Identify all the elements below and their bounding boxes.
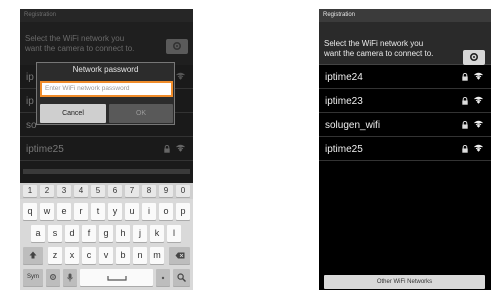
key-o[interactable]: o [159, 203, 173, 220]
key-6[interactable]: 6 [108, 185, 122, 197]
key-4[interactable]: 4 [74, 185, 88, 197]
network-item[interactable]: iptime23 [319, 89, 491, 113]
lock-icon [462, 121, 468, 129]
title-bar: Registration [20, 9, 193, 22]
key-e[interactable]: e [57, 203, 71, 220]
key-m[interactable]: m [150, 247, 164, 264]
key-v[interactable]: v [99, 247, 113, 264]
gear-icon [49, 273, 57, 281]
network-item[interactable]: iptime24 [319, 65, 491, 89]
wifi-icon [176, 72, 185, 80]
instruction-text: Select the WiFi network you want the cam… [324, 39, 434, 58]
key-l[interactable]: l [167, 225, 181, 242]
dot-key[interactable] [156, 269, 170, 286]
search-key[interactable] [173, 269, 190, 286]
space-key[interactable] [80, 269, 153, 286]
cancel-button[interactable]: Cancel [40, 104, 106, 123]
key-z[interactable]: z [48, 247, 62, 264]
key-3[interactable]: 3 [57, 185, 71, 197]
divider-bar [23, 169, 190, 174]
other-networks-button[interactable]: Other WiFi Networks [324, 275, 485, 289]
ok-button[interactable]: OK [109, 104, 173, 123]
network-item[interactable]: solugen_wifi [319, 113, 491, 137]
key-w[interactable]: w [40, 203, 54, 220]
key-c[interactable]: c [82, 247, 96, 264]
key-9[interactable]: 9 [159, 185, 173, 197]
wifi-icon [474, 120, 483, 128]
period-icon [161, 276, 165, 280]
shift-icon [29, 251, 37, 259]
soft-keyboard: 1 2 3 4 5 6 7 8 9 0 q w e r t y u i o p … [20, 183, 193, 290]
dialog-title: Network password [72, 65, 139, 74]
key-7[interactable]: 7 [125, 185, 139, 197]
key-x[interactable]: x [65, 247, 79, 264]
lock-icon [462, 97, 468, 105]
key-b[interactable]: b [116, 247, 130, 264]
wifi-icon [176, 144, 185, 152]
instruction-text: Select the WiFi network you want the cam… [25, 34, 135, 53]
key-t[interactable]: t [91, 203, 105, 220]
backspace-key[interactable] [169, 247, 190, 264]
password-input[interactable]: Enter WiFi network password [40, 81, 173, 97]
key-h[interactable]: h [116, 225, 130, 242]
wifi-icon [474, 144, 483, 152]
network-item[interactable]: iptime25 [319, 137, 491, 161]
key-1[interactable]: 1 [23, 185, 37, 197]
refresh-button[interactable] [166, 39, 188, 54]
key-a[interactable]: a [31, 225, 45, 242]
space-bar-icon [106, 276, 127, 281]
key-8[interactable]: 8 [142, 185, 156, 197]
sym-key[interactable]: Sym [23, 269, 43, 286]
number-row: 1 2 3 4 5 6 7 8 9 0 [20, 183, 193, 199]
instruction-header: Select the WiFi network you want the cam… [319, 22, 491, 65]
key-j[interactable]: j [133, 225, 147, 242]
key-k[interactable]: k [150, 225, 164, 242]
key-r[interactable]: r [74, 203, 88, 220]
search-icon [177, 273, 186, 282]
key-5[interactable]: 5 [91, 185, 105, 197]
key-s[interactable]: s [48, 225, 62, 242]
wifi-icon [474, 72, 483, 80]
key-u[interactable]: u [125, 203, 139, 220]
microphone-icon [67, 273, 73, 282]
refresh-button[interactable] [463, 50, 485, 65]
wifi-icon [474, 96, 483, 104]
network-item[interactable]: iptime25 [20, 137, 193, 161]
key-0[interactable]: 0 [176, 185, 190, 197]
password-dialog: Network password Enter WiFi network pass… [36, 62, 175, 125]
lock-icon [462, 73, 468, 81]
left-phone-screen: Registration Select the WiFi network you… [20, 9, 193, 290]
key-q[interactable]: q [23, 203, 37, 220]
right-phone-screen: Registration Select the WiFi network you… [319, 9, 491, 290]
settings-key[interactable] [46, 269, 60, 286]
key-y[interactable]: y [108, 203, 122, 220]
key-g[interactable]: g [99, 225, 113, 242]
key-d[interactable]: d [65, 225, 79, 242]
title-bar: Registration [319, 9, 491, 22]
backspace-icon [175, 252, 184, 259]
instruction-header: Select the WiFi network you want the cam… [20, 22, 193, 65]
refresh-icon [469, 52, 479, 62]
voice-key[interactable] [63, 269, 77, 286]
key-p[interactable]: p [176, 203, 190, 220]
key-n[interactable]: n [133, 247, 147, 264]
key-f[interactable]: f [82, 225, 96, 242]
key-2[interactable]: 2 [40, 185, 54, 197]
lock-icon [462, 145, 468, 153]
key-i[interactable]: i [142, 203, 156, 220]
shift-key[interactable] [23, 247, 43, 264]
lock-icon [164, 145, 170, 153]
refresh-icon [172, 41, 182, 51]
